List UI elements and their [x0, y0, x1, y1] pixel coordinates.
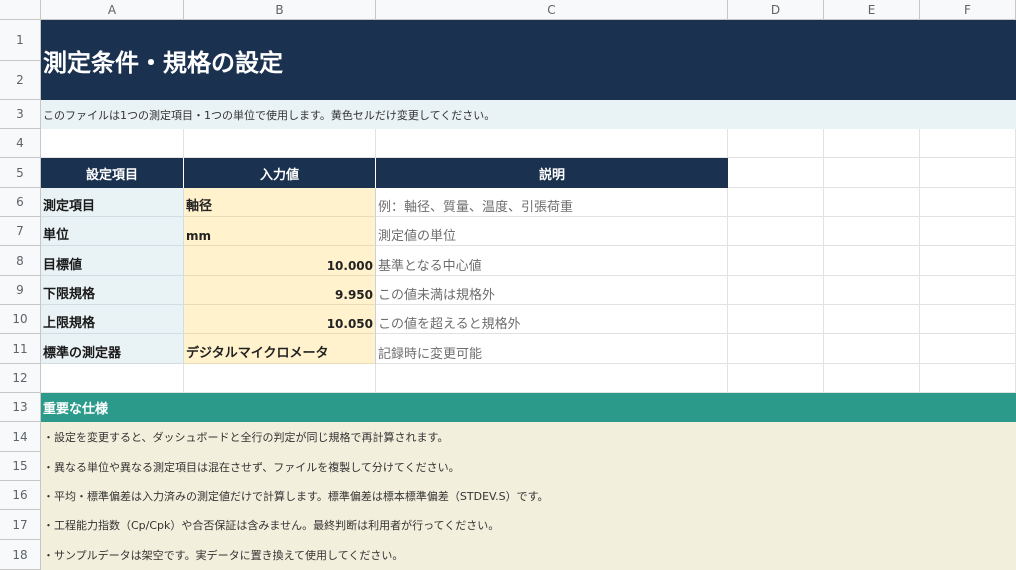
- cell-f6[interactable]: [920, 188, 1016, 217]
- usage-note[interactable]: このファイルは1つの測定項目・1つの単位で使用します。黄色セルだけ変更してくださ…: [41, 100, 1016, 129]
- setting-label[interactable]: 標準の測定器: [41, 334, 184, 364]
- row-header-5[interactable]: 5: [0, 158, 41, 188]
- setting-description[interactable]: 基準となる中心値: [376, 246, 728, 276]
- setting-value-input[interactable]: デジタルマイクロメータ: [184, 334, 376, 364]
- setting-label[interactable]: 測定項目: [41, 188, 184, 217]
- cell-f4[interactable]: [920, 129, 1016, 158]
- cell-e4[interactable]: [824, 129, 920, 158]
- setting-value-input[interactable]: 軸径: [184, 188, 376, 217]
- cell-d5[interactable]: [728, 158, 824, 188]
- cell-b12[interactable]: [184, 364, 376, 393]
- row-header-10[interactable]: 10: [0, 305, 41, 334]
- cell-d8[interactable]: [728, 246, 824, 276]
- spreadsheet-grid: A B C D E F 1 2 3 4 5 6 7 8 9 10 11 12 1…: [0, 0, 1016, 570]
- column-header-f[interactable]: F: [920, 0, 1016, 20]
- cell-e9[interactable]: [824, 276, 920, 305]
- cell-c12[interactable]: [376, 364, 728, 393]
- cell-e10[interactable]: [824, 305, 920, 334]
- cell-f8[interactable]: [920, 246, 1016, 276]
- row-header-12[interactable]: 12: [0, 364, 41, 393]
- column-header-a[interactable]: A: [41, 0, 184, 20]
- cell-d7[interactable]: [728, 217, 824, 246]
- row-header-13[interactable]: 13: [0, 393, 41, 422]
- setting-value-input[interactable]: 10.050: [184, 305, 376, 334]
- cell-e12[interactable]: [824, 364, 920, 393]
- cell-e11[interactable]: [824, 334, 920, 364]
- row-header-9[interactable]: 9: [0, 276, 41, 305]
- cell-f7[interactable]: [920, 217, 1016, 246]
- setting-description[interactable]: 例：軸径、質量、温度、引張荷重: [376, 188, 728, 217]
- row-header-6[interactable]: 6: [0, 188, 41, 217]
- cell-e6[interactable]: [824, 188, 920, 217]
- cell-c4[interactable]: [376, 129, 728, 158]
- row-header-17[interactable]: 17: [0, 510, 41, 540]
- setting-description[interactable]: 記録時に変更可能: [376, 334, 728, 364]
- cell-f12[interactable]: [920, 364, 1016, 393]
- cell-d11[interactable]: [728, 334, 824, 364]
- setting-label[interactable]: 上限規格: [41, 305, 184, 334]
- setting-value-input[interactable]: 9.950: [184, 276, 376, 305]
- column-header-e[interactable]: E: [824, 0, 920, 20]
- cell-d6[interactable]: [728, 188, 824, 217]
- spec-item[interactable]: ・異なる単位や異なる測定項目は混在させず、ファイルを複製して分けてください。: [41, 452, 1016, 481]
- spec-item[interactable]: ・サンプルデータは架空です。実データに置き換えて使用してください。: [41, 540, 1016, 570]
- cell-f11[interactable]: [920, 334, 1016, 364]
- cell-e5[interactable]: [824, 158, 920, 188]
- setting-label[interactable]: 下限規格: [41, 276, 184, 305]
- header-input-value[interactable]: 入力値: [184, 158, 376, 188]
- cell-e7[interactable]: [824, 217, 920, 246]
- column-header-d[interactable]: D: [728, 0, 824, 20]
- setting-label[interactable]: 目標値: [41, 246, 184, 276]
- select-all-corner[interactable]: [0, 0, 41, 20]
- cell-b4[interactable]: [184, 129, 376, 158]
- column-header-c[interactable]: C: [376, 0, 728, 20]
- row-header-2[interactable]: 2: [0, 61, 41, 100]
- setting-value-input[interactable]: mm: [184, 217, 376, 246]
- cell-f10[interactable]: [920, 305, 1016, 334]
- row-header-7[interactable]: 7: [0, 217, 41, 246]
- row-header-1[interactable]: 1: [0, 20, 41, 61]
- header-description[interactable]: 説明: [376, 158, 728, 188]
- cell-a12[interactable]: [41, 364, 184, 393]
- cell-e8[interactable]: [824, 246, 920, 276]
- column-header-b[interactable]: B: [184, 0, 376, 20]
- row-header-8[interactable]: 8: [0, 246, 41, 276]
- header-setting-item[interactable]: 設定項目: [41, 158, 184, 188]
- cell-d10[interactable]: [728, 305, 824, 334]
- cell-d12[interactable]: [728, 364, 824, 393]
- cell-d4[interactable]: [728, 129, 824, 158]
- spec-item[interactable]: ・工程能力指数（Cp/Cpk）や合否保証は含みません。最終判断は利用者が行ってく…: [41, 510, 1016, 540]
- row-header-14[interactable]: 14: [0, 422, 41, 452]
- page-title[interactable]: 測定条件・規格の設定: [41, 20, 1016, 100]
- cell-f9[interactable]: [920, 276, 1016, 305]
- setting-description[interactable]: この値を超えると規格外: [376, 305, 728, 334]
- specs-section-title[interactable]: 重要な仕様: [41, 393, 1016, 422]
- spec-item[interactable]: ・設定を変更すると、ダッシュボードと全行の判定が同じ規格で再計算されます。: [41, 422, 1016, 452]
- setting-value-input[interactable]: 10.000: [184, 246, 376, 276]
- cell-d9[interactable]: [728, 276, 824, 305]
- row-header-16[interactable]: 16: [0, 481, 41, 510]
- setting-description[interactable]: 測定値の単位: [376, 217, 728, 246]
- spec-item[interactable]: ・平均・標準偏差は入力済みの測定値だけで計算します。標準偏差は標本標準偏差（ST…: [41, 481, 1016, 510]
- row-header-18[interactable]: 18: [0, 540, 41, 570]
- row-header-3[interactable]: 3: [0, 100, 41, 129]
- setting-label[interactable]: 単位: [41, 217, 184, 246]
- row-header-4[interactable]: 4: [0, 129, 41, 158]
- row-header-15[interactable]: 15: [0, 452, 41, 481]
- setting-description[interactable]: この値未満は規格外: [376, 276, 728, 305]
- cell-a4[interactable]: [41, 129, 184, 158]
- row-header-11[interactable]: 11: [0, 334, 41, 364]
- cell-f5[interactable]: [920, 158, 1016, 188]
